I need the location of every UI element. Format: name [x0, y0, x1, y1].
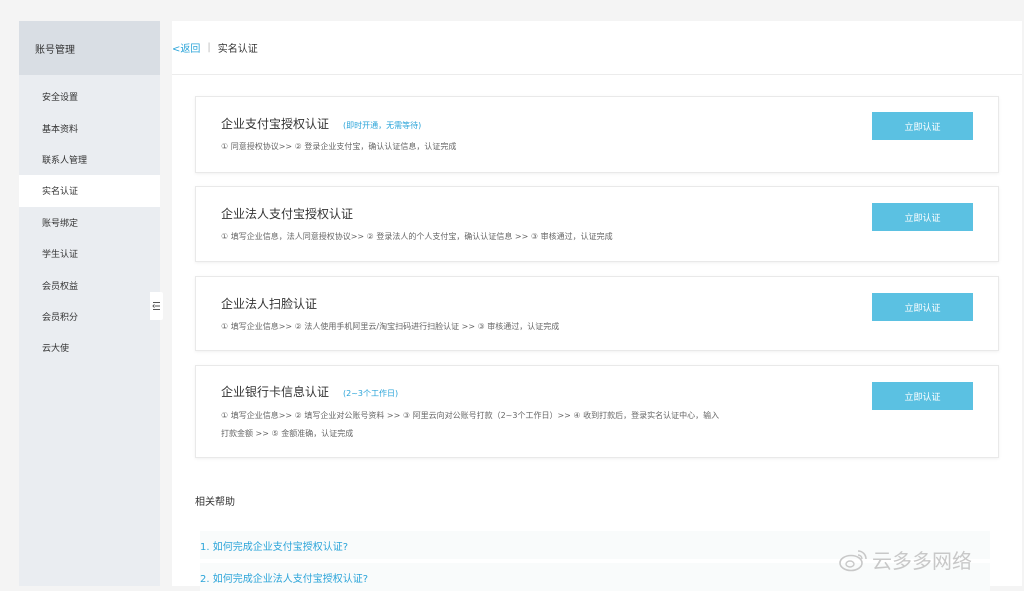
sidebar-item-label: 会员权益 [42, 281, 79, 292]
card-title-text: 企业法人支付宝授权认证 [221, 207, 354, 221]
auth-card-face-scan: 企业法人扫脸认证 ① 填写企业信息>> ② 法人使用手机阿里云/淘宝扫码进行扫脸… [195, 276, 999, 351]
card-title: 企业法人扫脸认证 [221, 295, 317, 312]
card-title: 企业支付宝授权认证 (即时开通，无需等待) [221, 115, 421, 132]
card-desc: ① 同意授权协议>> ② 登录企业支付宝，确认认证信息，认证完成 [221, 142, 457, 151]
sidebar-item-real-name[interactable]: 实名认证 [19, 175, 160, 207]
sidebar-item-binding[interactable]: 账号绑定 [19, 207, 160, 238]
card-title: 企业法人支付宝授权认证 [221, 205, 353, 222]
card-title-text: 企业支付宝授权认证 [221, 117, 330, 131]
sidebar-list: 安全设置 基本资料 联系人管理 实名认证 账号绑定 学生认证 会员权益 会员积分… [19, 81, 160, 364]
watermark-text: 云多多网络 [872, 549, 972, 573]
main-panel: <返回 | 实名认证 企业支付宝授权认证 (即时开通，无需等待) ① 同意授权协议… [172, 21, 1022, 591]
help-title: 相关帮助 [195, 497, 235, 508]
auth-card-alipay: 企业支付宝授权认证 (即时开通，无需等待) ① 同意授权协议>> ② 登录企业支付… [195, 96, 999, 173]
sidebar-item-profile[interactable]: 基本资料 [19, 112, 160, 143]
back-link[interactable]: <返回 [172, 40, 200, 55]
sidebar-item-label: 基本资料 [42, 124, 79, 135]
card-title-text: 企业银行卡信息认证 [221, 385, 330, 399]
sidebar-header-label: 账号管理 [35, 44, 75, 56]
sidebar: 账号管理 安全设置 基本资料 联系人管理 实名认证 账号绑定 学生认证 会员权益… [19, 21, 160, 586]
sidebar-item-member-benefits[interactable]: 会员权益 [19, 269, 160, 300]
sidebar-item-label: 实名认证 [42, 187, 79, 198]
breadcrumb: <返回 | 实名认证 [172, 21, 1022, 75]
sidebar-item-contacts[interactable]: 联系人管理 [19, 144, 160, 175]
sidebar-item-member-points[interactable]: 会员积分 [19, 301, 160, 332]
sidebar-item-label: 联系人管理 [42, 155, 88, 166]
verify-now-button[interactable]: 立即认证 [872, 382, 973, 410]
verify-now-button[interactable]: 立即认证 [872, 293, 973, 321]
card-note: (即时开通，无需等待) [343, 121, 422, 130]
sidebar-item-security[interactable]: 安全设置 [19, 81, 160, 112]
sidebar-item-label: 安全设置 [42, 93, 79, 104]
sidebar-item-label: 学生认证 [42, 250, 79, 261]
card-title-text: 企业法人扫脸认证 [221, 297, 318, 311]
sidebar-item-ambassador[interactable]: 云大使 [19, 332, 160, 363]
sidebar-item-label: 会员积分 [42, 312, 79, 323]
weibo-logo-icon [839, 549, 867, 571]
card-note: (2~3个工作日) [343, 389, 399, 398]
card-desc: ① 填写企业信息>> ② 填写企业对公账号资料 >> ③ 阿里云向对公账号打款（… [221, 411, 720, 438]
sidebar-header: 账号管理 [19, 21, 160, 75]
breadcrumb-current: 实名认证 [217, 44, 258, 55]
card-title: 企业银行卡信息认证 (2~3个工作日) [221, 383, 398, 400]
watermark: 云多多网络 [838, 545, 972, 574]
card-desc: ① 填写企业信息>> ② 法人使用手机阿里云/淘宝扫码进行扫脸认证 >> ③ 审… [221, 322, 560, 331]
collapse-menu-icon [152, 302, 160, 310]
card-desc: ① 填写企业信息，法人同意授权协议>> ② 登录法人的个人支付宝，确认认证信息 … [221, 232, 613, 241]
auth-card-bank: 企业银行卡信息认证 (2~3个工作日) ① 填写企业信息>> ② 填写企业对公账号… [195, 365, 999, 458]
sidebar-item-label: 账号绑定 [42, 218, 79, 229]
sidebar-item-student[interactable]: 学生认证 [19, 238, 160, 269]
auth-card-legal-alipay: 企业法人支付宝授权认证 ① 填写企业信息，法人同意授权协议>> ② 登录法人的个… [195, 186, 999, 262]
sidebar-collapse-toggle[interactable] [150, 292, 163, 320]
breadcrumb-separator: | [207, 42, 211, 53]
sidebar-item-label: 云大使 [42, 344, 70, 355]
verify-now-button[interactable]: 立即认证 [872, 203, 973, 231]
verify-now-button[interactable]: 立即认证 [872, 112, 973, 140]
